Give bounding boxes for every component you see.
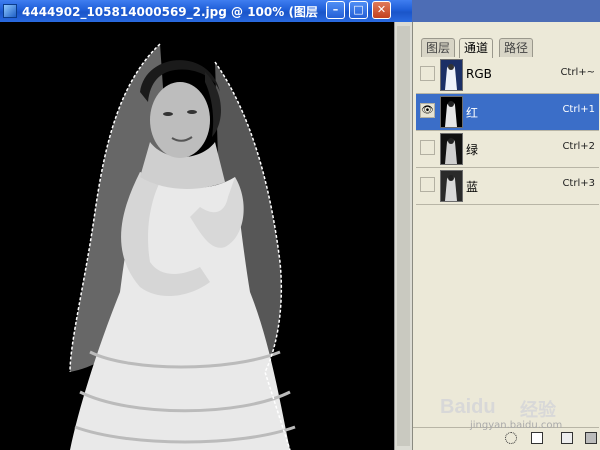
red-channel-image [0, 22, 394, 450]
watermark-sub: 经验 [520, 400, 556, 421]
close-button[interactable]: ✕ [372, 1, 391, 19]
channel-thumbnail [440, 59, 463, 91]
vertical-scrollbar[interactable] [394, 22, 412, 450]
channel-thumbnail [440, 170, 463, 202]
channel-shortcut: Ctrl+3 [562, 178, 595, 189]
channel-row-green[interactable]: 绿 Ctrl+2 [416, 131, 599, 168]
baidu-watermark: Baidu 经验 jingyan.baidu.com [440, 392, 600, 438]
channel-name: 绿 [466, 143, 479, 157]
channel-name: RGB [466, 67, 492, 81]
minimize-button[interactable]: – [326, 1, 345, 19]
channel-thumbnail [440, 133, 463, 165]
channel-shortcut: Ctrl+2 [562, 141, 595, 152]
visibility-toggle[interactable] [420, 66, 435, 81]
channel-row-red[interactable]: 👁 红 Ctrl+1 [416, 94, 599, 131]
channel-row-rgb[interactable]: RGB Ctrl+~ [416, 57, 599, 94]
channel-list: RGB Ctrl+~ 👁 红 Ctrl+1 绿 Ctrl+2 蓝 Ctrl+3 [416, 57, 599, 205]
channel-row-blue[interactable]: 蓝 Ctrl+3 [416, 168, 599, 205]
image-canvas[interactable] [0, 22, 394, 450]
document-window: 4444902_105814000569_2.jpg @ 100% (图层 1,… [0, 0, 412, 450]
panel-header-strip [412, 0, 600, 22]
photoshop-icon [3, 4, 17, 18]
scrollbar-thumb[interactable] [397, 26, 410, 446]
channel-name: 蓝 [466, 180, 479, 194]
maximize-button[interactable]: □ [349, 1, 368, 19]
visibility-toggle[interactable] [420, 140, 435, 155]
tab-channels[interactable]: 通道 [459, 38, 494, 58]
eye-icon[interactable]: 👁 [420, 103, 435, 118]
channel-name: 红 [466, 106, 479, 120]
visibility-toggle[interactable] [420, 177, 435, 192]
channel-shortcut: Ctrl+~ [560, 67, 595, 78]
watermark-url: jingyan.baidu.com [470, 420, 563, 431]
panel-tabs: 图层 通道 路径 [417, 38, 597, 58]
channel-thumbnail [440, 96, 463, 128]
document-title: 4444902_105814000569_2.jpg @ 100% (图层 1,… [22, 5, 322, 19]
watermark-logo: Baidu [440, 396, 496, 418]
channel-shortcut: Ctrl+1 [562, 104, 595, 115]
document-title-bar[interactable]: 4444902_105814000569_2.jpg @ 100% (图层 1,… [0, 0, 412, 22]
tab-layers[interactable]: 图层 [421, 38, 456, 57]
tab-paths[interactable]: 路径 [499, 38, 534, 57]
channels-panel: 图层 通道 路径 RGB Ctrl+~ 👁 红 Ctrl+1 绿 Ctrl+2 … [412, 22, 600, 450]
